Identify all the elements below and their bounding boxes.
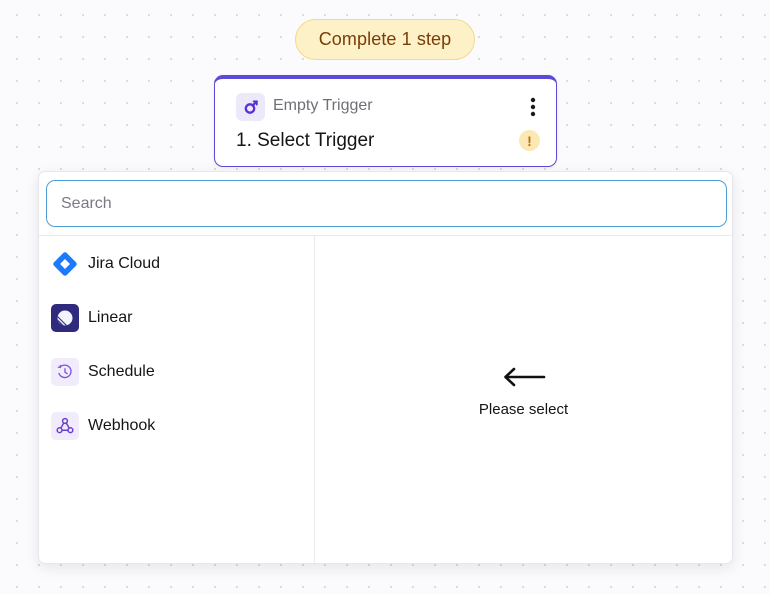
left-arrow-icon <box>503 367 545 387</box>
list-item-jira-cloud[interactable]: Jira Cloud <box>51 248 301 280</box>
list-item-webhook[interactable]: Webhook <box>51 410 301 442</box>
list-item-label: Schedule <box>88 363 155 380</box>
trigger-icon <box>236 93 265 121</box>
search-input[interactable] <box>46 180 727 227</box>
list-item-schedule[interactable]: Schedule <box>51 356 301 388</box>
jira-cloud-icon <box>51 250 79 278</box>
empty-state-text: Please select <box>478 401 569 418</box>
search-divider <box>39 235 732 236</box>
webhook-icon <box>51 412 79 440</box>
linear-icon <box>51 304 79 332</box>
exclamation-icon: ! <box>519 130 540 151</box>
schedule-icon <box>51 358 79 386</box>
list-item-label: Jira Cloud <box>88 255 161 272</box>
trigger-card[interactable]: Empty Trigger 1. Select Trigger ! <box>214 75 557 167</box>
more-options-icon[interactable] <box>526 95 540 119</box>
complete-step-label: Complete 1 step <box>318 29 452 49</box>
empty-state: Please select <box>315 367 732 418</box>
list-item-linear[interactable]: Linear <box>51 302 301 334</box>
trigger-title: 1. Select Trigger <box>236 130 375 151</box>
complete-step-badge[interactable]: Complete 1 step <box>295 19 475 60</box>
trigger-type-label: Empty Trigger <box>273 97 373 114</box>
trigger-picker-panel: Jira Cloud Linear <box>38 171 733 564</box>
list-item-label: Webhook <box>88 417 156 434</box>
list-item-label: Linear <box>88 309 133 326</box>
